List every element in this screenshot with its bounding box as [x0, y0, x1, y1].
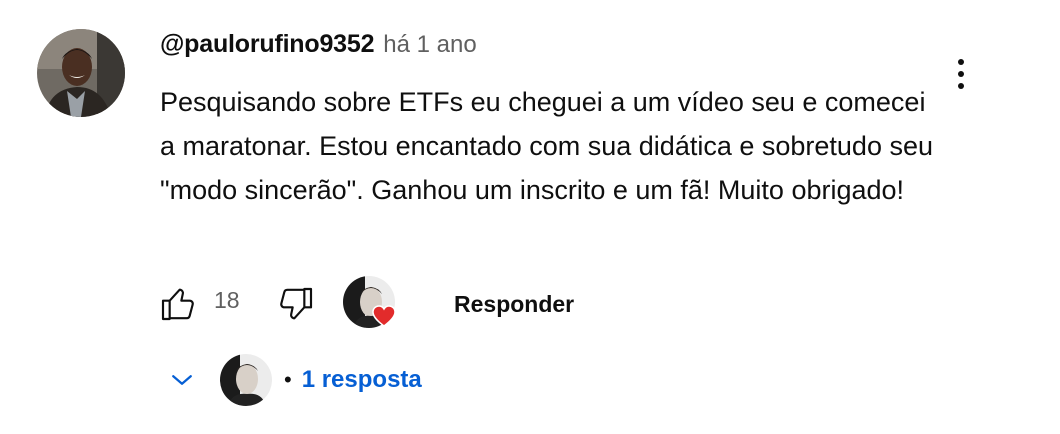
chevron-down-icon	[160, 358, 204, 402]
author-name[interactable]: @paulorufino9352	[160, 30, 374, 59]
dislike-button[interactable]	[268, 276, 324, 332]
reply-count-link[interactable]: 1 resposta	[302, 366, 422, 394]
creator-heart-avatar	[343, 276, 396, 328]
like-count: 18	[214, 287, 240, 313]
more-vert-icon[interactable]	[944, 52, 978, 96]
menu-dot	[958, 59, 964, 65]
author-avatar-image	[37, 29, 125, 117]
reply-button[interactable]: Responder	[440, 280, 588, 328]
comment-text: Pesquisando sobre ETFs eu cheguei a um v…	[160, 87, 933, 205]
creator-heart-badge[interactable]	[343, 276, 399, 332]
like-button[interactable]	[150, 276, 206, 332]
view-replies-button[interactable]: • 1 resposta	[160, 352, 422, 408]
comment-timestamp[interactable]: há 1 ano	[383, 31, 476, 59]
menu-dot	[958, 83, 964, 89]
comment-thread: @paulorufino9352 há 1 ano Pesquisando so…	[0, 0, 1060, 434]
reply-separator: •	[284, 367, 292, 392]
menu-dot	[958, 71, 964, 77]
comment-header: @paulorufino9352 há 1 ano	[160, 30, 477, 66]
thumb-up-icon	[161, 288, 194, 321]
thumb-down-icon	[280, 287, 313, 320]
reply-author-avatar	[220, 354, 272, 406]
author-avatar[interactable]	[37, 29, 125, 117]
